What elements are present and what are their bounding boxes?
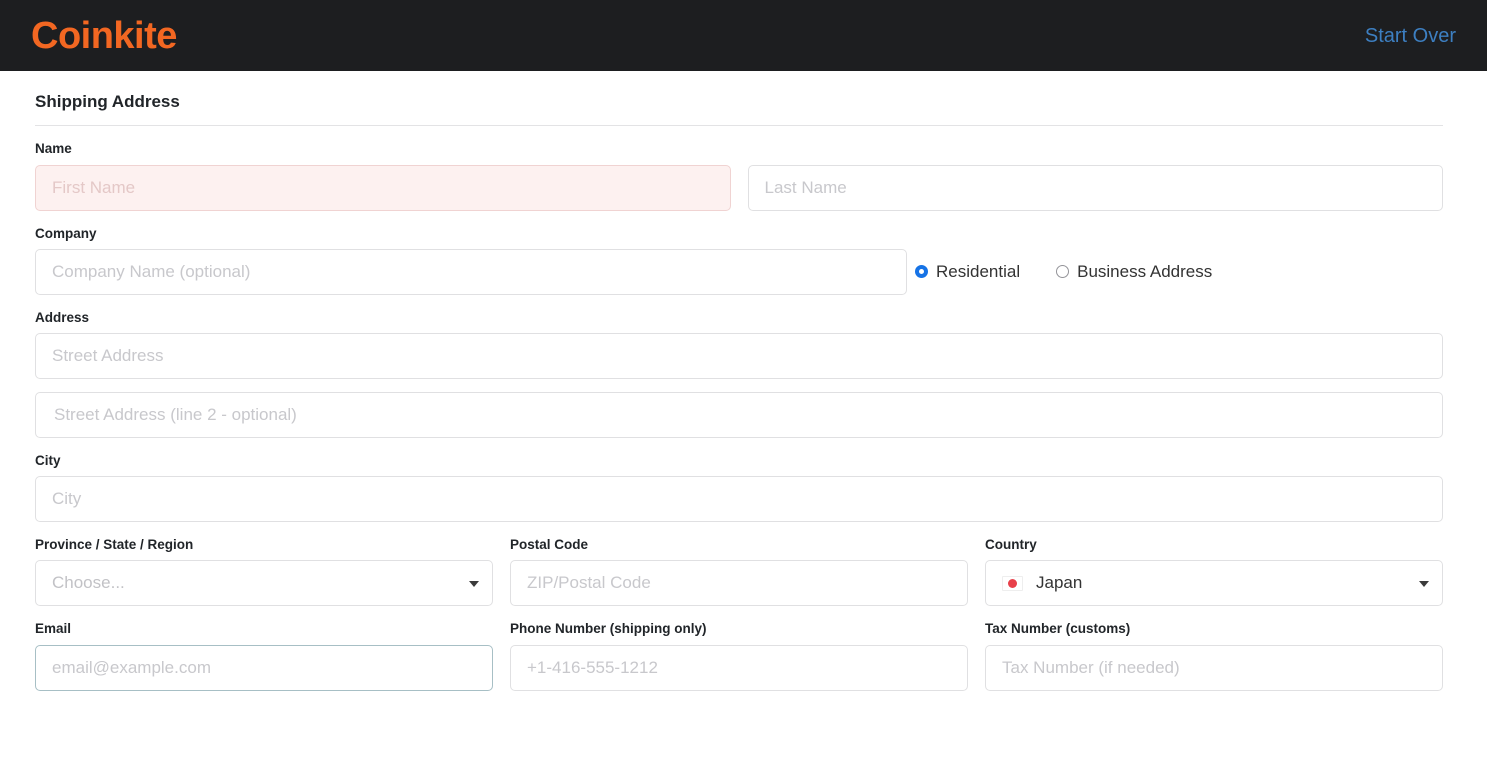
province-label: Province / State / Region (35, 537, 194, 553)
page-title: Shipping Address (35, 92, 180, 111)
company-row: Residential Business Address (35, 248, 1443, 295)
postal-code-input[interactable] (510, 560, 968, 607)
city-input[interactable] (35, 476, 1443, 523)
street-address-line1-input[interactable] (35, 332, 1443, 379)
email-label: Email (35, 621, 72, 637)
postal-code-label: Postal Code (510, 537, 589, 553)
last-name-input[interactable] (747, 164, 1443, 211)
radio-option-residential[interactable]: Residential (915, 263, 1020, 280)
region-row: Province / State / Region Choose... Post… (35, 522, 1443, 607)
country-select-wrap: Japan (985, 560, 1443, 607)
section-divider (35, 125, 1443, 127)
radio-business-icon[interactable] (1056, 265, 1070, 279)
tax-number-label: Tax Number (customs) (985, 621, 1131, 637)
name-label: Name (35, 141, 72, 157)
name-row (35, 164, 1443, 211)
site-header: Coinkite Start Over (0, 0, 1487, 71)
jp-flag-icon (1002, 575, 1023, 591)
company-name-input[interactable] (35, 248, 907, 295)
address-label: Address (35, 309, 90, 325)
country-select[interactable]: Japan (985, 560, 1443, 607)
phone-label: Phone Number (shipping only) (510, 621, 707, 637)
address-type-radio-group: Residential Business Address (907, 249, 1212, 295)
street-address-line2-input[interactable] (35, 391, 1443, 438)
shipping-address-form: Shipping Address Name Company Residentia… (0, 92, 1487, 691)
phone-input[interactable] (510, 644, 968, 691)
country-label: Country (985, 537, 1037, 553)
first-name-input[interactable] (35, 164, 731, 211)
radio-residential-label: Residential (936, 262, 1021, 282)
company-label: Company (35, 225, 97, 241)
radio-option-business[interactable]: Business Address (1056, 263, 1212, 280)
tax-number-input[interactable] (985, 644, 1443, 691)
radio-business-label: Business Address (1077, 262, 1213, 282)
start-over-link[interactable]: Start Over (1365, 26, 1456, 46)
city-label: City (35, 452, 61, 468)
country-select-value: Japan (1036, 573, 1083, 593)
province-select-wrap: Choose... (35, 560, 493, 607)
province-select[interactable]: Choose... (35, 560, 493, 607)
contact-row: Email Phone Number (shipping only) Tax N… (35, 606, 1443, 691)
radio-residential-icon[interactable] (915, 265, 928, 279)
email-input[interactable] (35, 644, 493, 691)
brand-logo[interactable]: Coinkite (31, 17, 177, 55)
